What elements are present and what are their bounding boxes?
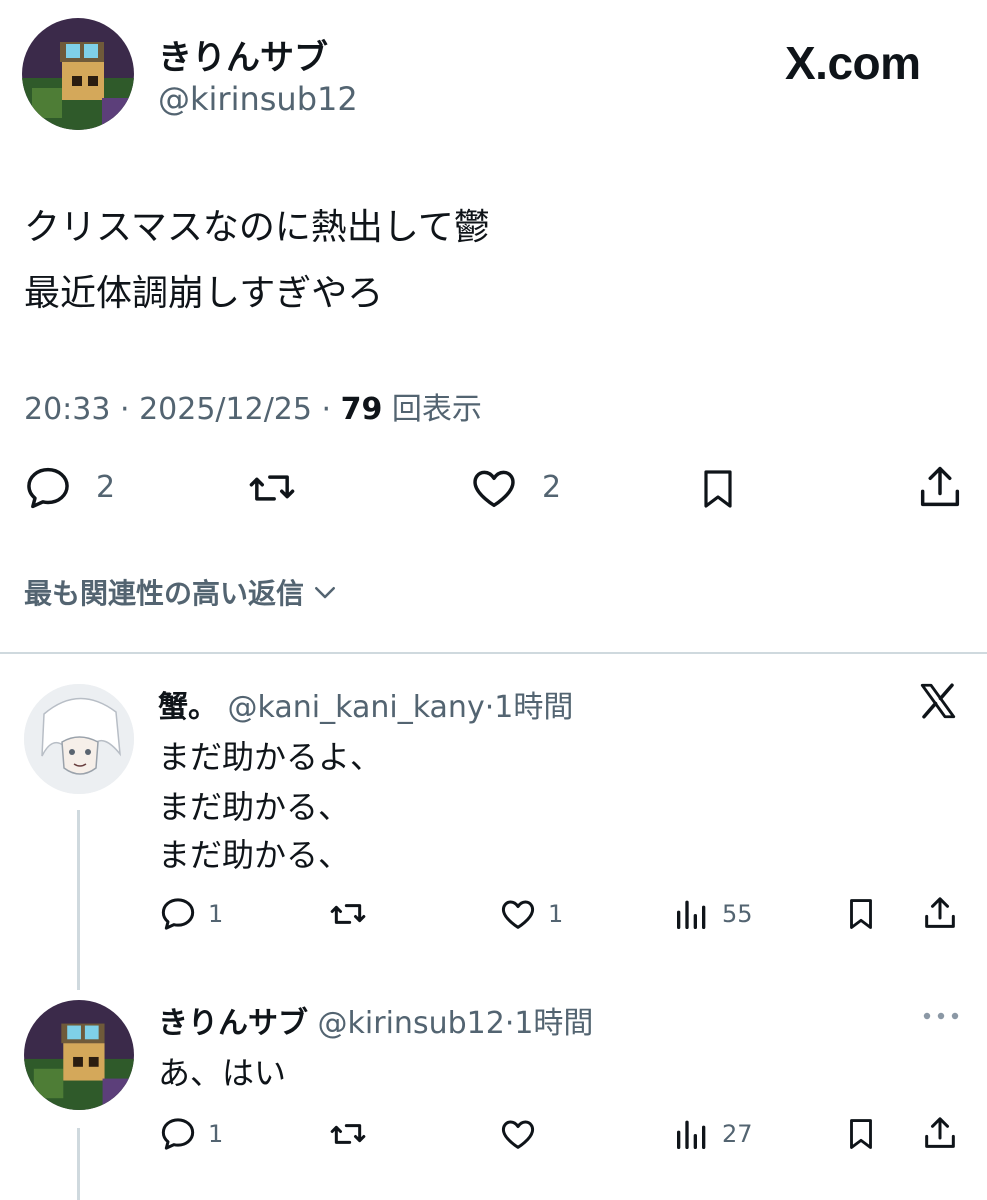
reply-text-line: まだ助かるよ、 <box>158 738 383 776</box>
reply-author-name[interactable]: 蟹。 <box>158 690 218 725</box>
tweet-meta: 20:33 · 2025/12/25 · 79 回表示 <box>24 384 482 428</box>
reply-text-line: あ、はい <box>158 1054 287 1092</box>
like-icon[interactable] <box>468 462 520 514</box>
like-count: 1 <box>548 900 564 928</box>
view-count: 55 <box>722 900 753 928</box>
x-logo-icon <box>916 680 960 722</box>
reply-avatar[interactable] <box>24 684 134 794</box>
reply-icon[interactable] <box>158 1114 198 1154</box>
like-icon[interactable] <box>498 894 538 934</box>
like-icon[interactable] <box>498 1114 538 1154</box>
tweet-text-line: 最近体調崩しすぎやろ <box>24 273 384 314</box>
sort-replies-dropdown[interactable]: 最も関連性の高い返信 <box>24 572 340 612</box>
reply-header: きりんサブ @kirinsub12·1時間 <box>158 998 593 1042</box>
share-icon[interactable] <box>914 460 966 514</box>
bookmark-icon[interactable] <box>842 1112 880 1156</box>
reply-count: 2 <box>96 470 116 505</box>
reply-author-handle[interactable]: @kani_kani_kany <box>228 690 485 725</box>
reply-count: 1 <box>208 900 224 928</box>
view-label: 回表示 <box>382 392 482 427</box>
reply-avatar[interactable] <box>24 1000 134 1110</box>
share-icon[interactable] <box>920 892 960 934</box>
reply-icon[interactable] <box>158 894 198 934</box>
view-count: 27 <box>722 1120 753 1148</box>
more-icon[interactable] <box>920 1004 962 1028</box>
author-avatar[interactable] <box>22 18 134 130</box>
reply-text-line: まだ助かる、 <box>158 788 351 826</box>
sort-label: 最も関連性の高い返信 <box>24 577 305 610</box>
author-handle[interactable]: @kirinsub12 <box>158 80 358 118</box>
retweet-icon[interactable] <box>244 462 300 514</box>
reply-author-handle[interactable]: @kirinsub12 <box>318 1006 505 1041</box>
reply-author-name[interactable]: きりんサブ <box>158 1006 308 1041</box>
tweet-timestamp[interactable]: 20:33 · 2025/12/25 · <box>24 392 341 427</box>
retweet-icon[interactable] <box>326 1114 370 1154</box>
share-icon[interactable] <box>920 1112 960 1154</box>
chevron-down-icon <box>310 577 340 607</box>
bookmark-icon[interactable] <box>694 462 742 516</box>
thread-line <box>77 810 80 990</box>
thread-line <box>77 1128 80 1200</box>
tweet-text-line: クリスマスなのに熱出して鬱 <box>24 207 490 248</box>
views-icon[interactable] <box>672 1114 712 1154</box>
views-icon[interactable] <box>672 894 712 934</box>
reply-icon[interactable] <box>22 462 74 514</box>
divider <box>0 652 987 654</box>
bookmark-icon[interactable] <box>842 892 880 936</box>
reply-header: 蟹。 @kani_kani_kany·1時間 <box>158 682 573 726</box>
view-count: 79 <box>340 392 383 427</box>
reply-time[interactable]: ·1時間 <box>505 1006 594 1041</box>
reply-count: 1 <box>208 1120 224 1148</box>
reply-text-line: まだ助かる、 <box>158 836 351 874</box>
like-count: 2 <box>542 470 562 505</box>
reply-time[interactable]: ·1時間 <box>485 690 574 725</box>
author-name[interactable]: きりんサブ <box>158 30 328 79</box>
retweet-icon[interactable] <box>326 894 370 934</box>
brand-label: X.com <box>785 37 921 89</box>
